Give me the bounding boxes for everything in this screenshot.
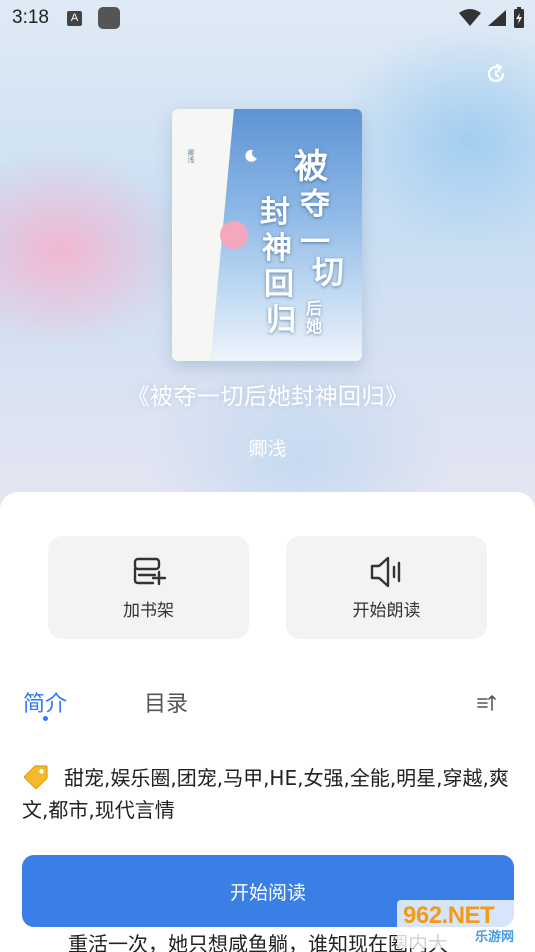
tags-text: 甜宠,娱乐圈,团宠,马甲,HE,女强,全能,明星,穿越,爽文,都市,现代言情 [22,766,509,822]
status-time: 3:18 [12,7,49,28]
speaker-icon [370,556,400,588]
add-bookshelf-icon [133,557,166,586]
cover-title-char: 切 [312,253,345,291]
cover-title-char: 归 [266,303,296,338]
cell-signal-icon [488,10,506,26]
watermark-sub-text: 乐游网 [475,930,515,945]
status-icons [459,7,525,29]
start-listening-button[interactable]: 开始朗读 [286,536,487,639]
book-cover[interactable]: 卿浅 被 夺 一 切 后 她 封 神 回 归 [172,109,362,361]
tag-icon [23,765,48,790]
cover-author-text: 卿浅 [187,149,195,163]
tab-catalog[interactable]: 目录 [144,686,188,718]
active-tab-indicator [43,716,48,721]
tab-intro[interactable]: 简介 [23,686,67,718]
battery-icon [514,7,524,28]
cover-seal-badge [220,221,248,249]
book-title: 《被夺一切后她封神回归》 [126,384,409,410]
tags-row: 甜宠,娱乐圈,团宠,马甲,HE,女强,全能,明星,穿越,爽文,都市,现代言情 [22,762,517,826]
cover-title-char: 她 [306,317,323,336]
add-to-shelf-label: 加书架 [123,601,174,621]
start-listening-label: 开始朗读 [352,601,421,621]
site-watermark-logo: 962.NET 乐游网 [397,900,529,948]
add-to-shelf-button[interactable]: 加书架 [48,536,249,639]
notification-square-icon [97,7,120,29]
book-author[interactable]: 卿浅 [0,434,535,461]
notification-a-icon: A [66,10,82,26]
wifi-icon [459,9,481,26]
sort-icon[interactable] [476,693,496,713]
status-bar: 3:18 A [0,0,535,36]
refresh-icon[interactable] [484,62,508,86]
moon-icon [245,149,257,162]
